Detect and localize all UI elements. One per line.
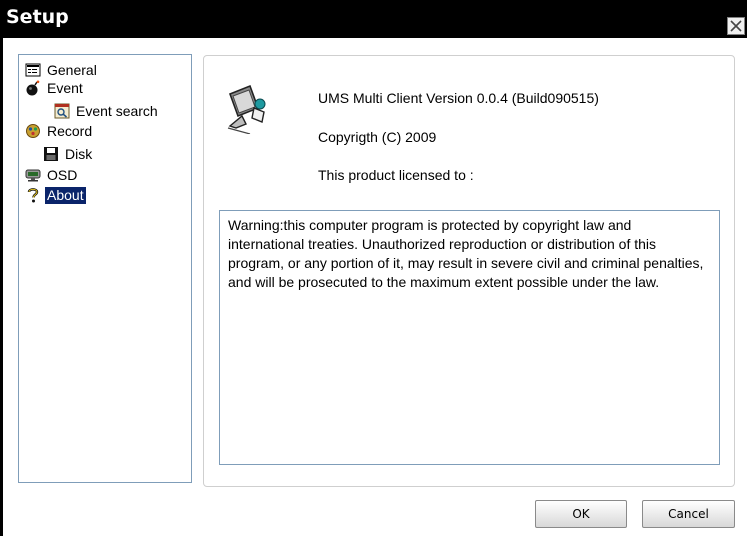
general-icon	[25, 62, 41, 78]
tree-item-label: OSD	[47, 166, 78, 183]
title-bar[interactable]: Setup	[0, 0, 747, 38]
version-text: UMS Multi Client Version 0.0.4 (Build090…	[318, 90, 599, 106]
ok-button[interactable]: OK	[535, 500, 627, 528]
floppy-disk-icon	[43, 146, 59, 162]
setup-tree: General Event Event search Record Disk O…	[18, 54, 192, 483]
osd-icon	[25, 167, 41, 183]
tree-item-about[interactable]: About	[25, 186, 86, 204]
window-title: Setup	[6, 6, 69, 28]
warning-text: Warning:this computer program is protect…	[228, 217, 704, 290]
record-icon	[25, 123, 41, 139]
tree-item-event-search[interactable]: Event search	[54, 102, 160, 120]
cancel-button-label: Cancel	[668, 507, 709, 521]
license-text: This product licensed to :	[318, 167, 474, 183]
cancel-button[interactable]: Cancel	[642, 500, 735, 528]
tree-item-label: Event search	[76, 102, 158, 119]
tree-item-disk[interactable]: Disk	[43, 145, 94, 163]
tree-item-label: About	[45, 186, 86, 204]
tree-item-label: Record	[47, 122, 93, 139]
close-button[interactable]	[727, 17, 745, 35]
tree-item-event[interactable]: Event	[25, 79, 85, 97]
ok-button-label: OK	[572, 507, 590, 521]
warning-textbox[interactable]: Warning:this computer program is protect…	[219, 210, 720, 465]
computer-icon	[224, 82, 272, 135]
tree-item-osd[interactable]: OSD	[25, 166, 79, 184]
tree-item-record[interactable]: Record	[25, 122, 94, 140]
event-search-icon	[54, 103, 70, 119]
tree-item-label: General	[47, 61, 97, 78]
tree-item-label: Disk	[65, 145, 93, 162]
question-mark-icon	[25, 187, 41, 203]
copyright-text: Copyrigth (C) 2009	[318, 129, 437, 145]
tree-item-label: Event	[47, 79, 83, 96]
tree-item-general[interactable]: General	[25, 61, 99, 79]
close-icon	[730, 20, 742, 32]
bomb-icon	[25, 80, 41, 96]
window-frame	[0, 38, 3, 536]
